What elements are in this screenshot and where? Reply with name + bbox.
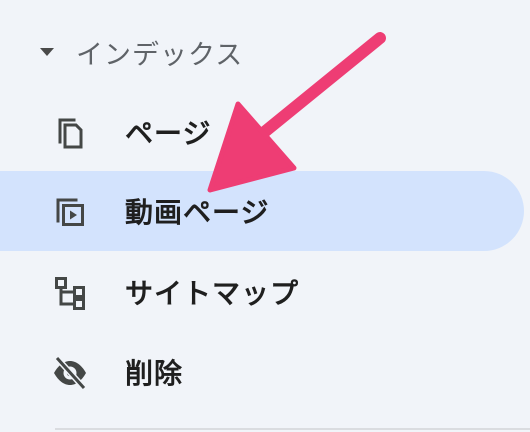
sitemap-icon	[50, 272, 90, 312]
pages-copy-icon	[50, 112, 90, 152]
sidebar-nav: インデックス ページ 動画ページ サイトマップ 削除	[0, 0, 530, 432]
sidebar-item-pages[interactable]: ページ	[0, 92, 530, 172]
sidebar-item-video-pages[interactable]: 動画ページ	[0, 171, 524, 251]
sidebar-item-label: サイトマップ	[125, 277, 300, 310]
sidebar-item-sitemap[interactable]: サイトマップ	[0, 252, 530, 332]
video-pages-icon	[50, 191, 90, 231]
sidebar-item-label: ページ	[125, 117, 212, 150]
sidebar-item-label: 削除	[125, 357, 184, 390]
divider	[55, 428, 530, 430]
sidebar-item-removals[interactable]: 削除	[0, 332, 530, 412]
section-title: インデックス	[76, 39, 244, 71]
sidebar-item-label: 動画ページ	[125, 196, 270, 229]
caret-down-icon	[40, 48, 54, 56]
visibility-off-icon	[50, 352, 90, 392]
section-header-index[interactable]: インデックス	[34, 30, 243, 74]
